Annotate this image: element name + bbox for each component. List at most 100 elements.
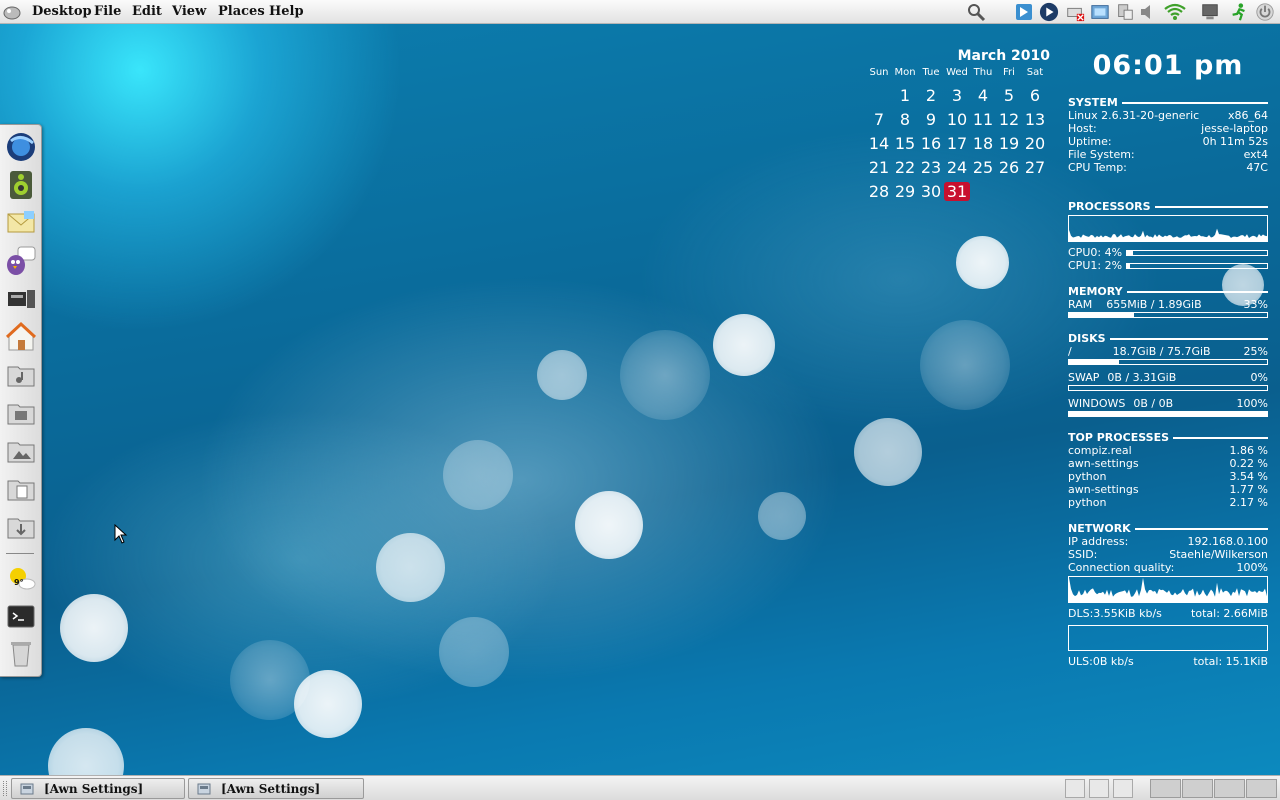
workspace-4[interactable]: [1246, 779, 1277, 798]
awn-settings-window-icon: [20, 783, 34, 794]
calendar-day: 11: [972, 110, 994, 129]
display-icon[interactable]: [1199, 2, 1221, 22]
disk-row: / 18.7GiB / 75.7GiB 25%: [1068, 345, 1268, 358]
disk-row: SWAP 0B / 3.31GiB 0%: [1068, 371, 1268, 384]
menu-view[interactable]: View: [172, 4, 206, 19]
process-row: python 3.54 %: [1068, 470, 1268, 483]
calendar-day: 21: [868, 158, 890, 177]
calendar-day: 5: [1003, 86, 1015, 105]
power-icon[interactable]: [1254, 2, 1276, 22]
system-info: Linux 2.6.31-20-generic x86_64 Host: jesse-…: [1068, 109, 1268, 174]
disk-percent: 100%: [1236, 397, 1268, 410]
process-row-label: compiz.real: [1068, 444, 1132, 457]
disk-value: 0B / 3.31GiB: [1107, 371, 1177, 384]
disk-percent: 25%: [1243, 345, 1268, 358]
processors-heading: PROCESSORS: [1068, 200, 1268, 213]
calendar-day: 17: [946, 134, 968, 153]
calendar-day: 28: [868, 182, 890, 201]
system-row-value: 0h 11m 52s: [1202, 135, 1268, 148]
network-row: SSID: Staehle/Wilkerson: [1068, 548, 1268, 561]
calendar-title: March 2010: [957, 48, 1050, 64]
calendar-day: [996, 182, 1022, 201]
disk-bar: [1068, 359, 1268, 365]
pictures-folder-icon[interactable]: [5, 435, 37, 467]
music-player-icon[interactable]: [5, 169, 37, 201]
workspace-3[interactable]: [1214, 779, 1245, 798]
weather-applet[interactable]: 9°: [5, 563, 37, 595]
system-row-value: jesse-laptop: [1201, 122, 1268, 135]
screenshot-icon[interactable]: [1089, 2, 1111, 22]
menu-edit[interactable]: Edit: [132, 4, 162, 19]
disk-label: WINDOWS: [1068, 397, 1126, 410]
network-row-label: SSID:: [1068, 548, 1098, 561]
trash-applet-button[interactable]: [1113, 779, 1133, 798]
process-row: python 2.17 %: [1068, 496, 1268, 509]
downloads-folder-icon[interactable]: [5, 511, 37, 543]
mouse-cursor-icon: [114, 524, 128, 544]
calendar-week: 28 29 30 31: [866, 182, 1048, 201]
section-title: MEMORY: [1068, 285, 1123, 298]
disk-label: /: [1068, 345, 1072, 358]
search-icon[interactable]: [966, 2, 986, 22]
network-row-value: 100%: [1236, 561, 1268, 574]
upload-row: ULS:0B kb/s total: 15.1KiB: [1068, 655, 1268, 668]
videos-folder-icon[interactable]: [5, 397, 37, 429]
dock-separator: [6, 553, 34, 554]
process-row-label: awn-settings: [1068, 483, 1139, 496]
calendar-day: 19: [998, 134, 1020, 153]
disk-value: 0B / 0B: [1133, 397, 1174, 410]
calendar-day: 7: [873, 110, 885, 129]
process-row-label: python: [1068, 470, 1107, 483]
disk-value: 18.7GiB / 75.7GiB: [1112, 345, 1211, 358]
system-row: Linux 2.6.31-20-generic x86_64: [1068, 109, 1268, 122]
workspace-2[interactable]: [1182, 779, 1213, 798]
system-row-label: Linux 2.6.31-20-generic: [1068, 109, 1200, 122]
menu-file[interactable]: File: [94, 4, 121, 19]
printer-error-icon[interactable]: [1064, 2, 1086, 22]
calendar-day: 13: [1024, 110, 1046, 129]
calendar-today: 31: [944, 182, 970, 201]
section-title: TOP PROCESSES: [1068, 431, 1170, 444]
network-row-label: Connection quality:: [1068, 561, 1175, 574]
network-row-value: Staehle/Wilkerson: [1169, 548, 1268, 561]
top-panel: Desktop File Edit View Places Help: [0, 0, 1280, 24]
menu-places[interactable]: Places: [218, 4, 265, 19]
weekday-label: Thu: [973, 67, 993, 78]
volume-icon[interactable]: [1138, 2, 1158, 22]
music-folder-icon[interactable]: [5, 359, 37, 391]
calendar-day: 10: [946, 110, 968, 129]
media-player-icon[interactable]: [1038, 2, 1060, 22]
mail-icon[interactable]: [5, 207, 37, 239]
wifi-icon[interactable]: [1163, 2, 1187, 22]
calendar-day: 18: [972, 134, 994, 153]
calendar-day: 23: [920, 158, 942, 177]
menu-desktop[interactable]: Desktop: [32, 4, 92, 19]
network-manager-icon[interactable]: [1114, 2, 1136, 22]
home-folder-icon[interactable]: [5, 321, 37, 353]
process-row-value: 2.17 %: [1229, 496, 1268, 509]
documents-folder-icon[interactable]: [5, 473, 37, 505]
window-list-button[interactable]: [1089, 779, 1109, 798]
terminal-icon[interactable]: [5, 601, 37, 633]
upload-graph: [1068, 625, 1268, 651]
pidgin-icon[interactable]: [5, 245, 37, 277]
taskbar-item-awn-settings[interactable]: [Awn Settings]: [188, 778, 364, 799]
workspace-1[interactable]: [1150, 779, 1181, 798]
show-desktop-button[interactable]: [1065, 779, 1085, 798]
awn-settings-icon[interactable]: [1014, 2, 1034, 22]
disks-heading: DISKS: [1068, 332, 1268, 345]
running-man-icon[interactable]: [1228, 2, 1250, 22]
calendar-day: [970, 182, 996, 201]
disk-utility-icon[interactable]: [5, 283, 37, 315]
bottom-panel: [Awn Settings] [Awn Settings]: [0, 775, 1280, 800]
web-browser-icon[interactable]: [5, 131, 37, 163]
panel-handle[interactable]: [3, 781, 7, 796]
ram-row: RAM 655MiB / 1.89GiB 33%: [1068, 298, 1268, 311]
process-row-value: 0.22 %: [1229, 457, 1268, 470]
menu-help[interactable]: Help: [269, 4, 304, 19]
taskbar-item-awn-settings[interactable]: [Awn Settings]: [11, 778, 185, 799]
cpu-bar: [1126, 249, 1268, 256]
applications-logo-icon[interactable]: [2, 2, 22, 22]
trash-icon[interactable]: [5, 637, 37, 669]
awn-dock: 9°: [0, 124, 42, 677]
